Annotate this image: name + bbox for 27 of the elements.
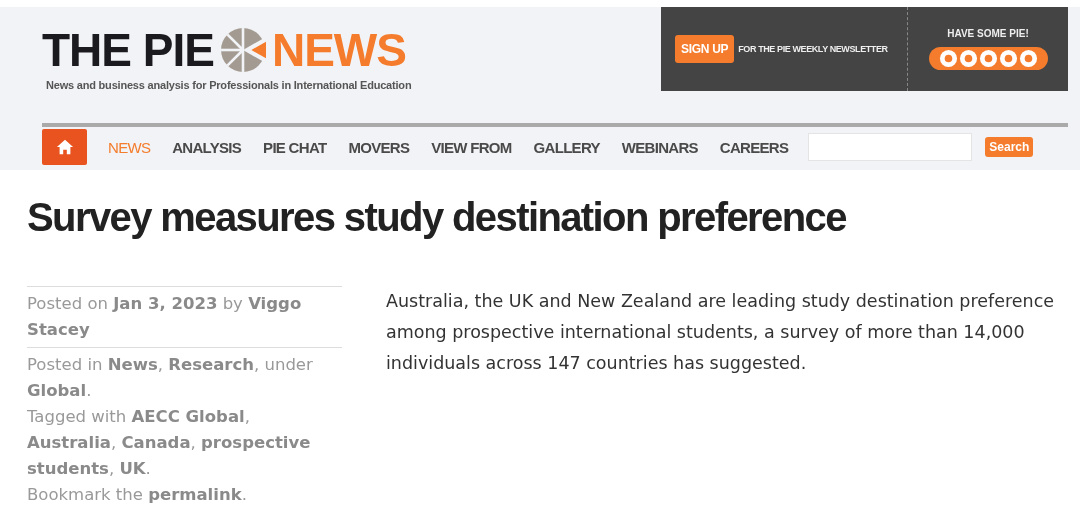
logo-text: NEWS — [271, 25, 406, 75]
nav-link[interactable]: PIE CHAT — [263, 138, 327, 156]
nav-link[interactable]: MOVERS — [348, 138, 410, 156]
nav-link[interactable]: WEBINARS — [621, 138, 698, 156]
social-icon[interactable] — [1018, 49, 1038, 68]
social-icon[interactable] — [978, 49, 998, 68]
post-meta: Posted in News, Research, under Global. — [27, 354, 314, 402]
nav-link[interactable]: GALLERY — [533, 138, 600, 156]
nav-link[interactable]: VIEW FROM — [431, 138, 512, 156]
pie-icon — [219, 27, 266, 73]
social-icon[interactable] — [958, 49, 978, 68]
nav-link[interactable]: ANALYSIS — [172, 138, 242, 156]
social-title: HAVE SOME PIE! — [947, 28, 1029, 39]
social-icon[interactable] — [998, 49, 1018, 68]
logo-text: THE PIE — [42, 25, 214, 75]
nav-link[interactable]: CAREERS — [719, 138, 789, 156]
article-title: Survey measures study destination preference — [27, 194, 847, 241]
post-meta: Tagged with AECC Global, Australia, Canada, prospective students, UK. — [27, 406, 312, 480]
post-meta: Bookmark the permalink. — [27, 484, 248, 506]
newsletter-text: FOR THE PIE WEEKLY NEWSLETTER — [738, 44, 888, 54]
social-icon[interactable] — [938, 49, 958, 68]
home-icon — [55, 138, 74, 156]
article-text: Australia, the UK and New Zealand are leading study destination preference among prospective international students, a survey of more than 14,000 individuals across 147 countries has suggested. — [386, 290, 1056, 375]
home-button[interactable] — [42, 129, 87, 165]
search-field[interactable] — [808, 133, 973, 161]
tagline: News and business analysis for Professionals in International Education — [46, 79, 412, 91]
post-meta: Posted on Jan 3, 2023 by Viggo Stacey — [27, 293, 303, 341]
